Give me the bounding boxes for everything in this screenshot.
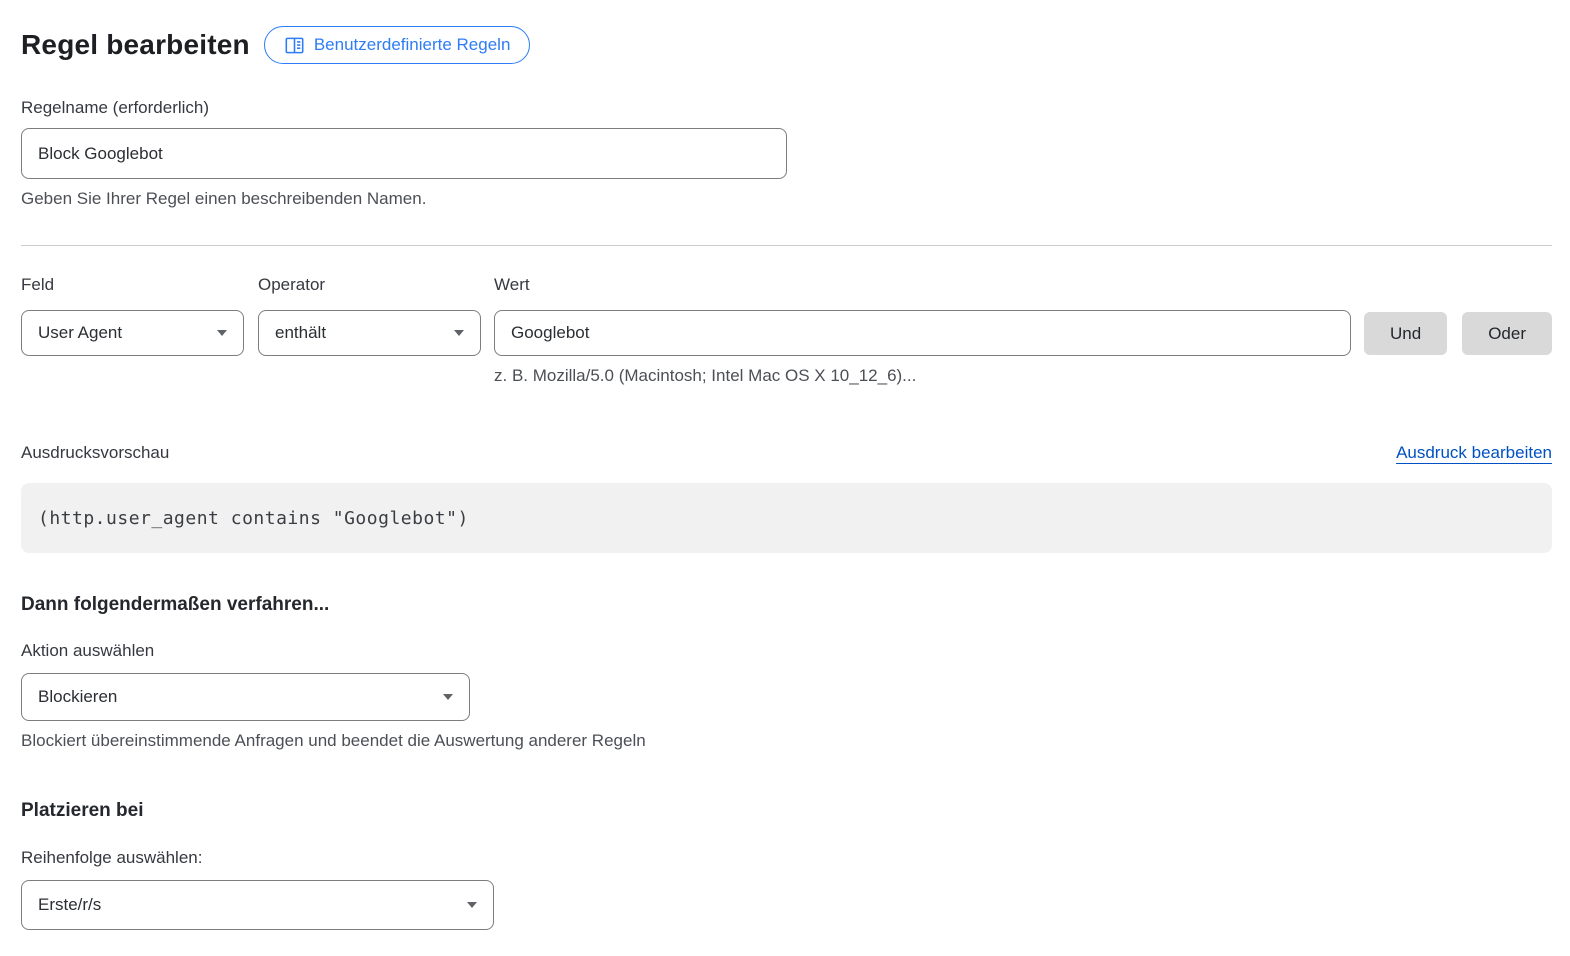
open-book-icon: [284, 35, 305, 56]
rule-name-group: Regelname (erforderlich) Geben Sie Ihrer…: [21, 98, 1552, 209]
action-section-heading: Dann folgendermaßen verfahren...: [21, 594, 1552, 616]
edit-expression-link[interactable]: Ausdruck bearbeiten: [1396, 443, 1552, 463]
condition-row: Feld User Agent Operator enthält Wert z.…: [21, 275, 1552, 386]
value-help: z. B. Mozilla/5.0 (Macintosh; Intel Mac …: [494, 366, 1351, 386]
expression-preview-label: Ausdrucksvorschau: [21, 443, 169, 463]
chevron-down-icon: [454, 330, 464, 336]
expression-header: Ausdrucksvorschau Ausdruck bearbeiten: [21, 443, 1552, 463]
or-button-column: Oder: [1462, 275, 1552, 355]
field-column: Feld User Agent: [21, 275, 245, 356]
chevron-down-icon: [443, 694, 453, 700]
or-button[interactable]: Oder: [1462, 312, 1552, 355]
operator-column: Operator enthält: [258, 275, 481, 356]
action-select[interactable]: Blockieren: [21, 673, 470, 721]
section-divider: [21, 245, 1552, 246]
rule-name-label: Regelname (erforderlich): [21, 98, 1552, 118]
value-label: Wert: [494, 275, 1351, 295]
rule-name-input[interactable]: [21, 128, 787, 179]
custom-rules-badge-label: Benutzerdefinierte Regeln: [314, 35, 511, 55]
value-input[interactable]: [494, 310, 1351, 356]
order-select[interactable]: Erste/r/s: [21, 880, 494, 930]
page-title: Regel bearbeiten: [21, 29, 250, 61]
edit-rule-page: Regel bearbeiten Benutzerdefinierte Rege…: [0, 0, 1570, 956]
expression-code: (http.user_agent contains "Googlebot"): [38, 508, 469, 529]
and-button[interactable]: Und: [1364, 312, 1447, 355]
chevron-down-icon: [467, 902, 477, 908]
and-button-column: Und: [1364, 275, 1447, 355]
value-column: Wert z. B. Mozilla/5.0 (Macintosh; Intel…: [494, 275, 1351, 386]
custom-rules-badge-button[interactable]: Benutzerdefinierte Regeln: [264, 26, 531, 64]
operator-select[interactable]: enthält: [258, 310, 481, 356]
page-header: Regel bearbeiten Benutzerdefinierte Rege…: [21, 26, 1552, 64]
placement-section-heading: Platzieren bei: [21, 800, 1552, 822]
expression-preview-box: (http.user_agent contains "Googlebot"): [21, 483, 1552, 553]
field-select-value: User Agent: [38, 323, 122, 343]
action-help: Blockiert übereinstimmende Anfragen und …: [21, 731, 1552, 751]
order-select-value: Erste/r/s: [38, 895, 101, 915]
action-select-value: Blockieren: [38, 687, 117, 707]
order-label: Reihenfolge auswählen:: [21, 848, 1552, 868]
action-label: Aktion auswählen: [21, 641, 1552, 661]
field-select[interactable]: User Agent: [21, 310, 244, 356]
rule-name-help: Geben Sie Ihrer Regel einen beschreibend…: [21, 189, 1552, 209]
operator-label: Operator: [258, 275, 481, 295]
field-label: Feld: [21, 275, 245, 295]
chevron-down-icon: [217, 330, 227, 336]
operator-select-value: enthält: [275, 323, 326, 343]
